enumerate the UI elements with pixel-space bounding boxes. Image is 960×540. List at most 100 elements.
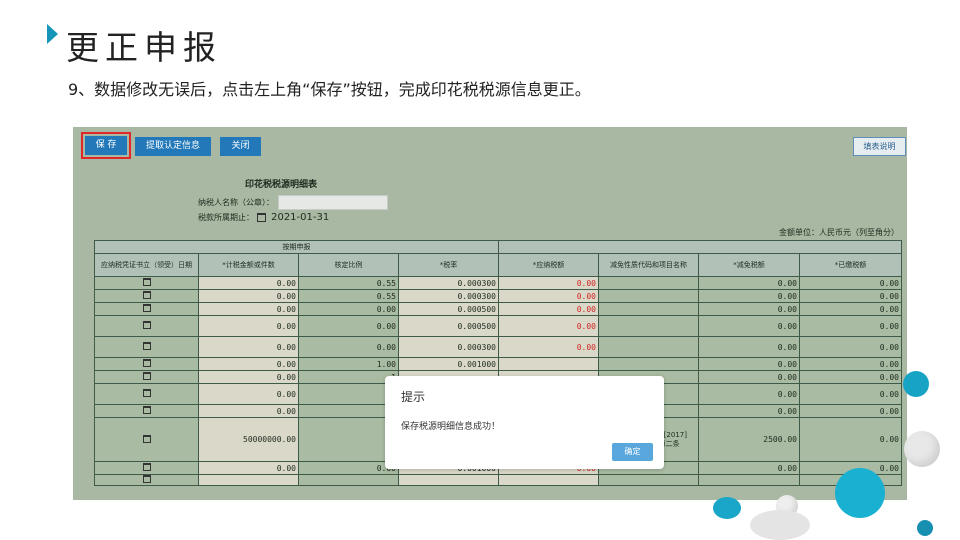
amount-cell[interactable]: 0.00 (198, 357, 299, 371)
tax-due-cell[interactable] (498, 474, 599, 486)
relief-amount-cell[interactable] (698, 474, 800, 486)
relief-code-cell[interactable] (598, 474, 699, 486)
ratio-cell[interactable]: 0.00 (298, 461, 399, 475)
ratio-cell[interactable]: 0.00 (298, 302, 399, 316)
taxpayer-name-field[interactable] (278, 195, 388, 210)
calendar-icon[interactable] (142, 321, 151, 329)
rate-cell[interactable]: 0.000300 (398, 276, 499, 290)
rate-cell[interactable]: 0.000500 (398, 302, 499, 316)
tax-due-cell[interactable]: 0.00 (498, 289, 599, 303)
column-header: 减免性质代码和项目名称 (598, 253, 699, 277)
paid-amount-cell[interactable]: 0.00 (799, 357, 902, 371)
ratio-cell[interactable] (298, 474, 399, 486)
ratio-cell[interactable]: 1.00 (298, 357, 399, 371)
rate-cell[interactable]: 0.000300 (398, 289, 499, 303)
relief-amount-cell[interactable]: 0.00 (698, 289, 800, 303)
tax-due-cell[interactable] (498, 357, 599, 371)
relief-amount-cell[interactable]: 0.00 (698, 357, 800, 371)
date-cell[interactable] (94, 315, 199, 337)
relief-code-cell[interactable] (598, 336, 699, 358)
calendar-icon[interactable] (142, 463, 151, 471)
date-cell[interactable] (94, 404, 199, 418)
ratio-cell[interactable]: 0.00 (298, 315, 399, 337)
calendar-icon[interactable] (142, 406, 151, 414)
amount-cell[interactable]: 0.00 (198, 302, 299, 316)
amount-cell[interactable]: 0.00 (198, 404, 299, 418)
relief-amount-cell[interactable]: 0.00 (698, 370, 800, 384)
paid-amount-cell[interactable]: 0.00 (799, 417, 902, 462)
tax-due-cell[interactable]: 0.00 (498, 276, 599, 290)
date-cell[interactable] (94, 336, 199, 358)
calendar-icon[interactable] (256, 213, 266, 222)
calendar-icon[interactable] (142, 304, 151, 312)
calendar-icon[interactable] (142, 291, 151, 299)
ratio-cell[interactable]: 0 (298, 383, 399, 405)
tax-period-value[interactable]: 2021-01-31 (271, 212, 329, 223)
date-cell[interactable] (94, 474, 199, 486)
date-cell[interactable] (94, 302, 199, 316)
amount-cell[interactable]: 0.00 (198, 276, 299, 290)
rate-cell[interactable]: 0.000300 (398, 336, 499, 358)
calendar-icon[interactable] (142, 434, 151, 443)
date-cell[interactable] (94, 370, 199, 384)
relief-amount-cell[interactable]: 0.00 (698, 461, 800, 475)
date-cell[interactable] (94, 383, 199, 405)
ratio-cell[interactable]: 1 (298, 370, 399, 384)
tax-due-cell[interactable]: 0.00 (498, 315, 599, 337)
relief-amount-cell[interactable]: 0.00 (698, 302, 800, 316)
ratio-cell[interactable]: 0.55 (298, 276, 399, 290)
paid-amount-cell[interactable]: 0.00 (799, 404, 902, 418)
dialog-ok-button[interactable]: 确定 (612, 443, 653, 461)
relief-code-cell[interactable] (598, 302, 699, 316)
relief-code-cell[interactable] (598, 315, 699, 337)
relief-amount-cell[interactable]: 0.00 (698, 276, 800, 290)
save-button[interactable]: 保 存 (81, 132, 131, 159)
amount-cell[interactable] (198, 474, 299, 486)
close-button[interactable]: 关闭 (220, 137, 261, 156)
amount-cell[interactable]: 0.00 (198, 315, 299, 337)
relief-code-cell[interactable] (598, 289, 699, 303)
relief-amount-cell[interactable]: 0.00 (698, 383, 800, 405)
rate-cell[interactable]: 0.000500 (398, 315, 499, 337)
relief-code-cell[interactable] (598, 357, 699, 371)
rate-cell[interactable] (398, 474, 499, 486)
ratio-cell[interactable]: 0.00 (298, 336, 399, 358)
date-cell[interactable] (94, 276, 199, 290)
paid-amount-cell[interactable]: 0.00 (799, 315, 902, 337)
tax-due-cell[interactable]: 0.00 (498, 302, 599, 316)
paid-amount-cell[interactable]: 0.00 (799, 370, 902, 384)
relief-amount-cell[interactable]: 2500.00 (698, 417, 800, 462)
relief-code-cell[interactable] (598, 276, 699, 290)
calendar-icon[interactable] (142, 359, 151, 367)
relief-amount-cell[interactable]: 0.00 (698, 336, 800, 358)
fetch-certification-button[interactable]: 提取认定信息 (135, 137, 211, 156)
relief-amount-cell[interactable]: 0.00 (698, 315, 800, 337)
calendar-icon[interactable] (142, 475, 151, 483)
amount-cell[interactable]: 0.00 (198, 336, 299, 358)
ratio-cell[interactable]: 0 (298, 417, 399, 462)
form-help-button[interactable]: 填表说明 (853, 137, 906, 156)
amount-cell[interactable]: 0.00 (198, 289, 299, 303)
paid-amount-cell[interactable]: 0.00 (799, 276, 902, 290)
paid-amount-cell[interactable]: 0.00 (799, 302, 902, 316)
ratio-cell[interactable]: 0.55 (298, 289, 399, 303)
relief-amount-cell[interactable]: 0.00 (698, 404, 800, 418)
amount-cell[interactable]: 50000000.00 (198, 417, 299, 462)
paid-amount-cell[interactable]: 0.00 (799, 336, 902, 358)
calendar-icon[interactable] (142, 389, 151, 397)
date-cell[interactable] (94, 417, 199, 462)
calendar-icon[interactable] (142, 342, 151, 350)
amount-cell[interactable]: 0.00 (198, 370, 299, 384)
date-cell[interactable] (94, 357, 199, 371)
amount-cell[interactable]: 0.00 (198, 383, 299, 405)
tax-due-cell[interactable]: 0.00 (498, 336, 599, 358)
rate-cell[interactable]: 0.001000 (398, 357, 499, 371)
calendar-icon[interactable] (142, 372, 151, 380)
ratio-cell[interactable]: 0 (298, 404, 399, 418)
paid-amount-cell[interactable]: 0.00 (799, 383, 902, 405)
date-cell[interactable] (94, 461, 199, 475)
amount-cell[interactable]: 0.00 (198, 461, 299, 475)
date-cell[interactable] (94, 289, 199, 303)
paid-amount-cell[interactable]: 0.00 (799, 289, 902, 303)
calendar-icon[interactable] (142, 278, 151, 286)
